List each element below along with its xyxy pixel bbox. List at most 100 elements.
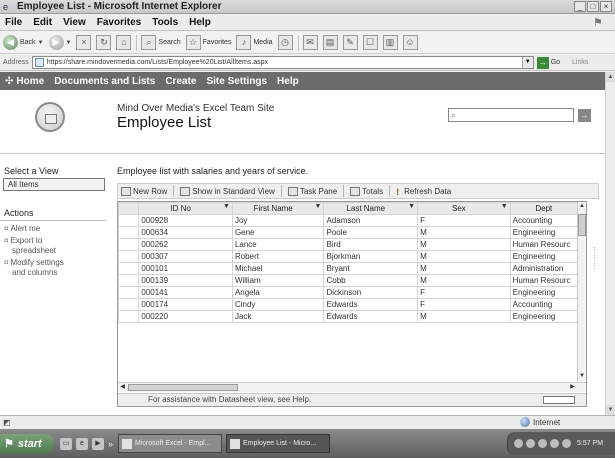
home-button[interactable]: ⌂ [116,34,132,52]
table-cell[interactable]: Edwards [323,310,419,323]
action-alert-me[interactable]: ¤ Alert me [4,224,40,234]
table-cell[interactable]: Engineering [509,310,586,323]
row-selector[interactable] [118,310,140,323]
table-cell[interactable]: Dickinson [323,286,419,299]
menu-view[interactable]: View [63,17,86,28]
table-cell[interactable]: 000174 [138,298,233,311]
table-row[interactable]: 000928 Joy Adamson F Accounting [118,214,586,227]
menu-tools[interactable]: Tools [152,17,178,28]
search-button[interactable]: ⌕ Search [141,34,181,52]
table-cell[interactable]: F [417,298,511,311]
page-scrollbar[interactable]: ▲ ▼ [605,72,615,415]
links-button[interactable]: Links [572,59,588,66]
table-cell[interactable]: Robert [231,250,325,263]
nav-site-settings[interactable]: Site Settings [206,76,267,87]
task-pane-button[interactable]: Task Pane [287,186,337,196]
table-cell[interactable]: 000928 [138,214,233,227]
select-all-cell[interactable] [118,202,140,215]
table-cell[interactable]: Joy [231,214,325,227]
row-selector[interactable] [118,274,140,287]
row-selector[interactable] [118,238,140,251]
discuss-button[interactable]: ☐ [362,34,378,52]
table-row[interactable]: 000174 Cindy Edwards F Accounting [118,298,586,311]
table-cell[interactable]: Accounting [509,298,586,311]
grid-horizontal-scrollbar[interactable]: ◀ ▶ [118,382,586,392]
address-input[interactable]: https://share.mindovermedia.com/Lists/Em… [31,56,534,69]
table-cell[interactable]: Adamson [323,214,419,227]
table-row[interactable]: 000101 Michael Bryant M Administration [118,262,586,275]
table-cell[interactable]: M [417,250,511,263]
column-header[interactable]: First Name ▼ [231,202,325,215]
menu-help[interactable]: Help [189,17,211,28]
table-cell[interactable]: Bryant [323,262,419,275]
table-cell[interactable]: 000307 [138,250,233,263]
table-cell[interactable]: Jack [231,310,325,323]
stop-button[interactable]: × [76,34,92,52]
table-cell[interactable]: 000141 [138,286,233,299]
dropdown-arrow-icon[interactable]: ▼ [408,204,415,211]
show-standard-view-button[interactable]: Show in Standard View [180,186,275,196]
ie-icon[interactable]: e [76,437,88,450]
messenger-button[interactable]: ☺ [402,34,418,52]
table-cell[interactable]: Lance [231,238,325,251]
tray-icon[interactable] [550,439,559,448]
task-employee-list[interactable]: Employee List - Micro... [226,434,331,453]
nav-home[interactable]: Home [16,76,44,87]
table-cell[interactable]: 000139 [138,274,233,287]
tray-icon[interactable] [562,439,571,448]
column-header[interactable]: Dept [509,202,586,215]
refresh-button[interactable]: ↻ [96,34,112,52]
new-row-button[interactable]: New Row [121,186,167,196]
table-cell[interactable]: 000634 [138,226,233,239]
table-cell[interactable]: Poole [323,226,419,239]
dropdown-arrow-icon[interactable]: ▼ [501,204,508,211]
menu-edit[interactable]: Edit [33,17,52,28]
print-button[interactable]: ▤ [322,34,338,52]
table-cell[interactable]: Angela [231,286,325,299]
tray-icon[interactable] [526,439,535,448]
column-header[interactable]: Sex ▼ [417,202,511,215]
menu-favorites[interactable]: Favorites [97,17,141,28]
table-cell[interactable]: M [417,262,511,275]
tray-icon[interactable] [538,439,547,448]
nav-create[interactable]: Create [165,76,196,87]
table-cell[interactable]: Human Resourc [509,238,586,251]
dropdown-arrow-icon[interactable]: ▼ [315,204,322,211]
table-cell[interactable]: Engineering [509,250,586,263]
chevron-down-icon[interactable]: ▼ [521,57,533,68]
site-name[interactable]: Mind Over Media's Excel Team Site [117,103,274,114]
table-cell[interactable]: Bird [323,238,419,251]
scroll-right-icon[interactable]: ▶ [568,383,577,392]
favorites-button[interactable]: ☆ Favorites [185,34,231,52]
table-cell[interactable]: M [417,226,511,239]
row-selector[interactable] [118,298,140,311]
row-selector[interactable] [118,214,140,227]
table-row[interactable]: 000262 Lance Bird M Human Resourc [118,238,586,251]
table-cell[interactable]: 000220 [138,310,233,323]
table-cell[interactable]: Engineering [509,286,586,299]
table-cell[interactable]: Cindy [231,298,325,311]
table-cell[interactable]: Engineering [509,226,586,239]
table-row[interactable]: 000141 Angela Dickinson F Engineering [118,286,586,299]
table-cell[interactable]: Edwards [323,298,419,311]
minimize-button[interactable]: _ [574,1,586,12]
media-player-icon[interactable]: ▶ [92,437,104,450]
dropdown-arrow-icon[interactable]: ▼ [223,204,230,211]
forward-button[interactable]: ▶ ▼ [48,34,71,52]
table-cell[interactable]: M [417,238,511,251]
action-modify-settings[interactable]: ¤ Modify settings and columns [4,258,64,278]
task-excel[interactable]: Microsoft Excel - Empl... [118,434,223,453]
search-go-button[interactable]: → [578,108,591,122]
maximize-button[interactable]: □ [587,1,599,12]
table-cell[interactable]: Cobb [323,274,419,287]
table-cell[interactable]: 000262 [138,238,233,251]
tray-icon[interactable] [514,439,523,448]
go-arrow-icon[interactable]: → [536,56,549,69]
go-button[interactable]: Go [551,59,560,66]
scroll-left-icon[interactable]: ◀ [118,383,127,392]
table-row[interactable]: 000220 Jack Edwards M Engineering [118,310,586,323]
menu-file[interactable]: File [5,17,22,28]
nav-documents-and-lists[interactable]: Documents and Lists [54,76,155,87]
table-row[interactable]: 000139 William Cobb M Human Resourc [118,274,586,287]
close-button[interactable]: × [600,1,612,12]
